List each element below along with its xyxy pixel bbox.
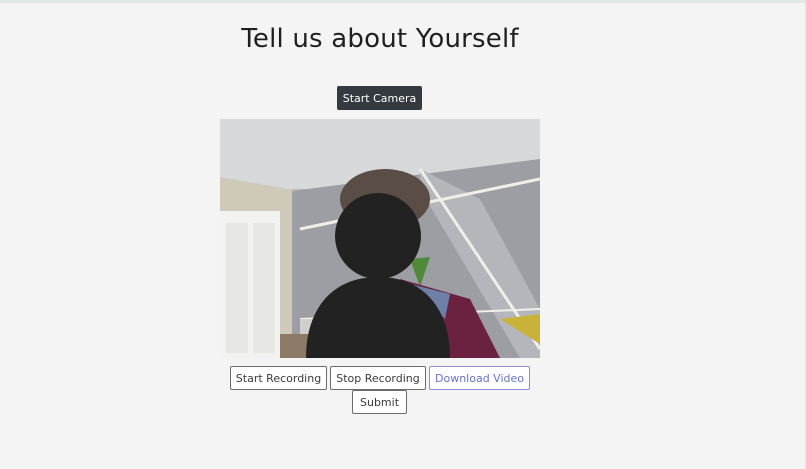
- start-recording-button[interactable]: Start Recording: [230, 366, 327, 390]
- top-border: [0, 0, 806, 3]
- stop-recording-button[interactable]: Stop Recording: [330, 366, 426, 390]
- page-title: Tell us about Yourself: [241, 24, 519, 54]
- start-camera-button[interactable]: Start Camera: [337, 86, 422, 110]
- camera-preview: [220, 119, 540, 358]
- submit-button[interactable]: Submit: [352, 390, 407, 414]
- download-video-button[interactable]: Download Video: [429, 366, 530, 390]
- video-frame: [220, 119, 540, 358]
